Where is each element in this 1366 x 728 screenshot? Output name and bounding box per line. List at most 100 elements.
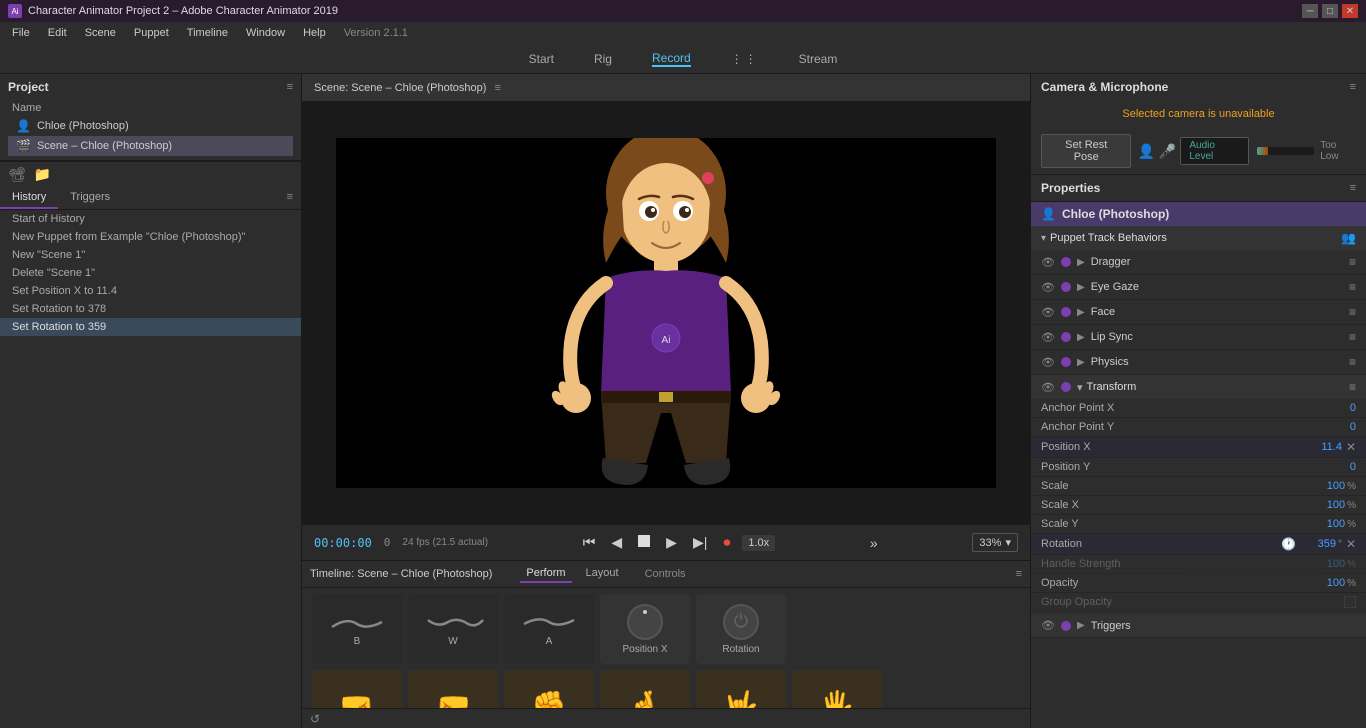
menu-file[interactable]: File bbox=[4, 25, 38, 41]
transform-chevron-icon[interactable]: ▾ bbox=[1077, 381, 1083, 394]
prop-value-scale[interactable]: 100 bbox=[1305, 480, 1345, 492]
scene-menu-icon[interactable]: ≡ bbox=[494, 82, 500, 94]
chevron-right-icon-lipsync[interactable]: ▶ bbox=[1077, 332, 1085, 343]
eye-icon-dragger[interactable]: 👁 bbox=[1041, 256, 1055, 269]
tab-perform[interactable]: Perform bbox=[520, 565, 571, 583]
menu-puppet[interactable]: Puppet bbox=[126, 25, 177, 41]
dot-icon-face[interactable] bbox=[1061, 307, 1071, 317]
chevron-right-icon-triggers[interactable]: ▶ bbox=[1077, 620, 1085, 631]
play-button[interactable]: ▶ bbox=[662, 532, 681, 553]
prop-row-opacity[interactable]: Opacity 100 % bbox=[1031, 574, 1366, 593]
eye-icon-eyegaze[interactable]: 👁 bbox=[1041, 281, 1055, 294]
prop-row-rotation[interactable]: Rotation 🕐 359 ° ✕ bbox=[1031, 534, 1366, 555]
fast-forward-button[interactable]: » bbox=[866, 533, 882, 553]
toolbar-rig[interactable]: Rig bbox=[594, 52, 612, 66]
project-item-puppet[interactable]: 👤 Chloe (Photoshop) bbox=[8, 116, 293, 136]
properties-menu-icon[interactable]: ≡ bbox=[1350, 182, 1356, 194]
minimize-button[interactable]: ─ bbox=[1302, 4, 1318, 18]
camera-menu-icon[interactable]: ≡ bbox=[1350, 81, 1356, 93]
toolbar-record[interactable]: Record bbox=[652, 51, 691, 67]
hand-control-2[interactable]: 🤛 bbox=[408, 670, 498, 708]
chevron-right-icon-face[interactable]: ▶ bbox=[1077, 307, 1085, 318]
dot-icon-eyegaze[interactable] bbox=[1061, 282, 1071, 292]
eye-icon-face[interactable]: 👁 bbox=[1041, 306, 1055, 319]
behavior-menu-lipsync[interactable]: ≡ bbox=[1349, 330, 1356, 344]
dot-icon-physics[interactable] bbox=[1061, 357, 1071, 367]
prop-value-anchor-y[interactable]: 0 bbox=[1316, 421, 1356, 433]
dot-icon-lipsync[interactable] bbox=[1061, 332, 1071, 342]
film-icon[interactable]: 📽 bbox=[8, 166, 26, 183]
control-brow-b[interactable]: B bbox=[312, 594, 402, 664]
dot-icon-transform[interactable] bbox=[1061, 382, 1071, 392]
step-forward-button[interactable]: ▶| bbox=[689, 532, 711, 553]
go-to-start-button[interactable]: ⏮ bbox=[579, 532, 600, 553]
prop-value-position-y[interactable]: 0 bbox=[1316, 461, 1356, 473]
eye-icon-triggers[interactable]: 👁 bbox=[1041, 619, 1055, 632]
history-item-selected[interactable]: Set Rotation to 359 bbox=[0, 318, 301, 336]
rest-pose-button[interactable]: Set Rest Pose bbox=[1041, 134, 1131, 168]
prop-row-scale-y[interactable]: Scale Y 100 % bbox=[1031, 515, 1366, 534]
eye-icon-transform[interactable]: 👁 bbox=[1041, 381, 1055, 394]
dot-icon-triggers[interactable] bbox=[1061, 621, 1071, 631]
control-brow-w[interactable]: W bbox=[408, 594, 498, 664]
menu-timeline[interactable]: Timeline bbox=[179, 25, 236, 41]
close-button[interactable]: ✕ bbox=[1342, 4, 1358, 18]
menu-scene[interactable]: Scene bbox=[77, 25, 124, 41]
dot-icon-dragger[interactable] bbox=[1061, 257, 1071, 267]
prop-value-anchor-x[interactable]: 0 bbox=[1316, 402, 1356, 414]
history-item[interactable]: Set Rotation to 378 bbox=[0, 300, 301, 318]
history-item[interactable]: New Puppet from Example "Chloe (Photosho… bbox=[0, 228, 301, 246]
behavior-menu-face[interactable]: ≡ bbox=[1349, 305, 1356, 319]
history-menu-icon[interactable]: ≡ bbox=[279, 187, 301, 209]
stop-button[interactable] bbox=[634, 533, 654, 552]
rotation-knob[interactable]: ⏻ bbox=[723, 604, 759, 640]
rotation-reset-icon[interactable]: ✕ bbox=[1346, 537, 1356, 551]
prop-value-opacity[interactable]: 100 bbox=[1305, 577, 1345, 589]
control-rotation[interactable]: ⏻ Rotation bbox=[696, 594, 786, 664]
control-brow-a[interactable]: A bbox=[504, 594, 594, 664]
history-item[interactable]: Set Position X to 11.4 bbox=[0, 282, 301, 300]
history-item[interactable]: Start of History bbox=[0, 210, 301, 228]
eye-icon-lipsync[interactable]: 👁 bbox=[1041, 331, 1055, 344]
prop-value-rotation[interactable]: 359 bbox=[1296, 538, 1336, 550]
behavior-menu-physics[interactable]: ≡ bbox=[1349, 355, 1356, 369]
maximize-button[interactable]: □ bbox=[1322, 4, 1338, 18]
clock-icon-rotation[interactable]: 🕐 bbox=[1281, 537, 1296, 551]
prop-value-scale-y[interactable]: 100 bbox=[1305, 518, 1345, 530]
hand-control-4[interactable]: 🤞 bbox=[600, 670, 690, 708]
toolbar-dots[interactable]: ⋮⋮ bbox=[731, 52, 759, 66]
toolbar-stream[interactable]: Stream bbox=[799, 52, 838, 66]
position-x-knob[interactable] bbox=[627, 604, 663, 640]
toolbar-start[interactable]: Start bbox=[529, 52, 554, 66]
behavior-menu-eyegaze[interactable]: ≡ bbox=[1349, 280, 1356, 294]
prop-row-position-x[interactable]: Position X 11.4 ✕ bbox=[1031, 437, 1366, 458]
menu-window[interactable]: Window bbox=[238, 25, 293, 41]
behavior-row-lipsync[interactable]: 👁 ▶ Lip Sync ≡ bbox=[1031, 325, 1366, 350]
hand-control-6[interactable]: 🖐 bbox=[792, 670, 882, 708]
reset-icon[interactable]: ↺ bbox=[310, 712, 320, 726]
tab-layout[interactable]: Layout bbox=[580, 565, 625, 583]
hand-control-3[interactable]: ✊ bbox=[504, 670, 594, 708]
position-x-reset-icon[interactable]: ✕ bbox=[1346, 440, 1356, 454]
group-opacity-checkbox[interactable] bbox=[1344, 596, 1356, 608]
project-item-scene[interactable]: 🎬 Scene – Chloe (Photoshop) bbox=[8, 136, 293, 156]
tab-history[interactable]: History bbox=[0, 187, 58, 209]
chevron-right-icon-eyegaze[interactable]: ▶ bbox=[1077, 282, 1085, 293]
prop-row-anchor-x[interactable]: Anchor Point X 0 bbox=[1031, 399, 1366, 418]
behaviors-collapse-icon[interactable]: ▾ bbox=[1041, 233, 1046, 244]
behavior-menu-dragger[interactable]: ≡ bbox=[1349, 255, 1356, 269]
project-menu-icon[interactable]: ≡ bbox=[287, 81, 293, 93]
prop-value-scale-x[interactable]: 100 bbox=[1305, 499, 1345, 511]
tab-triggers[interactable]: Triggers bbox=[58, 187, 122, 209]
control-position-x[interactable]: Position X bbox=[600, 594, 690, 664]
prop-row-scale[interactable]: Scale 100 % bbox=[1031, 477, 1366, 496]
prop-row-anchor-y[interactable]: Anchor Point Y 0 bbox=[1031, 418, 1366, 437]
eye-icon-physics[interactable]: 👁 bbox=[1041, 356, 1055, 369]
prop-row-position-y[interactable]: Position Y 0 bbox=[1031, 458, 1366, 477]
record-button[interactable]: ⏺ bbox=[719, 532, 734, 553]
folder-icon[interactable]: 📁 bbox=[34, 166, 51, 183]
behavior-row-face[interactable]: 👁 ▶ Face ≡ bbox=[1031, 300, 1366, 325]
hand-control-1[interactable]: 🤜 bbox=[312, 670, 402, 708]
prop-row-scale-x[interactable]: Scale X 100 % bbox=[1031, 496, 1366, 515]
history-item[interactable]: Delete "Scene 1" bbox=[0, 264, 301, 282]
